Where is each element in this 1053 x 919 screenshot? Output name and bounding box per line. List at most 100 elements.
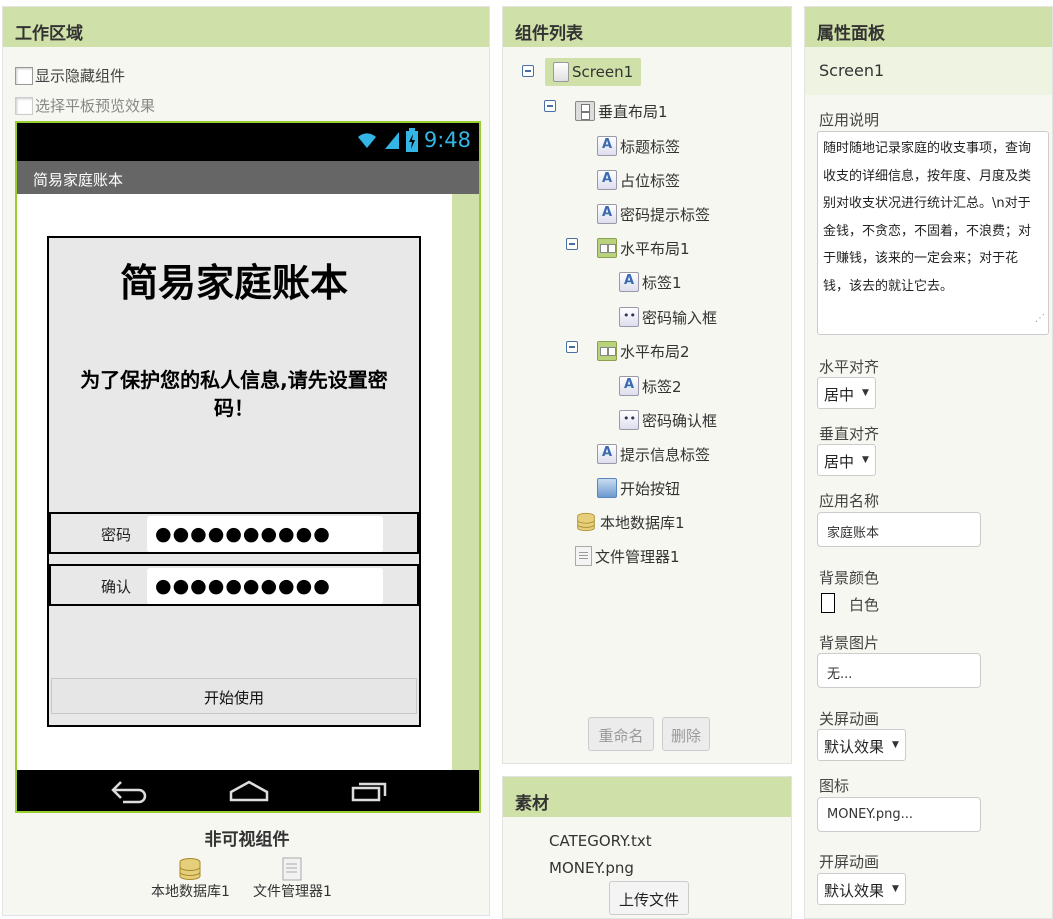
- recent-apps-icon: [351, 782, 387, 802]
- upload-file-button[interactable]: 上传文件: [609, 881, 689, 915]
- label-icon: [597, 204, 617, 224]
- collapse-toggle-hbox1[interactable]: [566, 238, 578, 250]
- password-input-preview[interactable]: ●●●●●●●●●●: [147, 516, 383, 552]
- tree-item-database[interactable]: 本地数据库1: [575, 509, 685, 535]
- nonvisible-item-file[interactable]: 文件管理器1: [253, 857, 332, 901]
- nav-bar: [17, 770, 479, 811]
- close-anim-dropdown[interactable]: 默认效果 ▼: [817, 729, 906, 761]
- file-icon: [282, 857, 302, 881]
- nonvisible-title: 非可视组件: [204, 830, 290, 850]
- components-title: 组件列表: [503, 7, 791, 47]
- tree-label-placeholder-label: 占位标签: [620, 171, 681, 190]
- components-panel: 组件列表 Screen1 垂直布局1 标题标签 占位标签 密码提示标签 水平布局…: [502, 6, 792, 764]
- close-anim-label: 关屏动画: [819, 710, 880, 728]
- open-anim-dropdown[interactable]: 默认效果 ▼: [817, 873, 906, 905]
- tree-item-title-label[interactable]: 标题标签: [597, 133, 680, 159]
- open-anim-value: 默认效果: [824, 882, 885, 900]
- tree-item-hbox2[interactable]: 水平布局2: [597, 338, 690, 364]
- show-hidden-checkbox-row[interactable]: 显示隐藏组件: [15, 65, 125, 86]
- password-hint-label-preview[interactable]: 为了保护您的私人信息,请先设置密码！: [69, 366, 399, 422]
- database-icon: [577, 512, 595, 532]
- label-icon: [597, 444, 617, 464]
- rename-button[interactable]: 重命名: [588, 717, 654, 751]
- back-icon: [111, 781, 147, 804]
- tree-label-hbox2: 水平布局2: [620, 342, 690, 361]
- horizontal-layout-2-preview[interactable]: 确认 ●●●●●●●●●●: [49, 564, 419, 606]
- workspace-panel: 工作区域 显示隐藏组件 选择平板预览效果 9:48 简易家庭账本 简易家庭账本 …: [2, 6, 490, 916]
- confirm-input-preview[interactable]: ●●●●●●●●●●: [147, 568, 383, 604]
- database-icon: [179, 858, 201, 880]
- icon-input[interactable]: MONEY.png...: [817, 797, 981, 832]
- tree-label-label1: 标签1: [642, 273, 682, 292]
- assets-title: 素材: [503, 777, 791, 817]
- horizontal-layout-icon: [597, 238, 617, 258]
- delete-button[interactable]: 删除: [662, 717, 710, 751]
- tree-item-screen1[interactable]: Screen1: [545, 58, 642, 86]
- tree-label-vbox1: 垂直布局1: [598, 102, 668, 121]
- tree-item-file-manager[interactable]: 文件管理器1: [575, 543, 680, 569]
- tree-item-placeholder-label[interactable]: 占位标签: [597, 167, 680, 193]
- icon-label: 图标: [819, 777, 850, 795]
- tree-item-start-button[interactable]: 开始按钮: [597, 475, 680, 501]
- file-icon: [575, 546, 592, 566]
- collapse-toggle-hbox2[interactable]: [566, 341, 578, 353]
- resize-handle-icon[interactable]: ⋰: [1035, 305, 1045, 333]
- asset-file-category[interactable]: CATEGORY.txt: [549, 832, 652, 850]
- valign-value: 居中: [824, 453, 855, 471]
- confirm-label-preview[interactable]: 确认: [101, 576, 131, 597]
- nonvisible-label-database: 本地数据库1: [151, 884, 230, 900]
- show-hidden-label: 显示隐藏组件: [35, 67, 126, 85]
- tree-item-hbox1[interactable]: 水平布局1: [597, 235, 690, 261]
- tree-item-password-input[interactable]: 密码输入框: [619, 304, 717, 330]
- tablet-preview-checkbox[interactable]: [15, 96, 33, 115]
- password-label-preview[interactable]: 密码: [101, 524, 131, 545]
- valign-dropdown[interactable]: 居中 ▼: [817, 444, 876, 476]
- label-icon: [597, 170, 617, 190]
- properties-panel: 属性面板 Screen1 应用说明 随时随地记录家庭的收支事项，查询收支的详细信…: [804, 6, 1053, 919]
- tree-label-info-label: 提示信息标签: [620, 445, 711, 464]
- scroll-strip: [452, 194, 479, 770]
- tree-item-confirm-input[interactable]: 密码确认框: [619, 407, 717, 433]
- tree-label-password-input: 密码输入框: [642, 308, 718, 327]
- tree-item-info-label[interactable]: 提示信息标签: [597, 441, 710, 467]
- collapse-toggle-screen1[interactable]: [522, 65, 534, 77]
- bgcolor-value[interactable]: 白色: [849, 594, 879, 615]
- collapse-toggle-vbox1[interactable]: [544, 100, 556, 112]
- password-textbox-icon: [619, 307, 639, 327]
- appname-input[interactable]: 家庭账本: [817, 512, 981, 547]
- open-anim-label: 开屏动画: [819, 853, 880, 871]
- battery-icon: [405, 128, 418, 152]
- tree-item-label2[interactable]: 标签2: [619, 373, 682, 399]
- tablet-preview-checkbox-row[interactable]: 选择平板预览效果: [15, 95, 155, 116]
- bgcolor-label: 背景颜色: [819, 569, 880, 587]
- tree-item-label1[interactable]: 标签1: [619, 269, 682, 295]
- appname-label: 应用名称: [819, 492, 880, 510]
- label-icon: [597, 136, 617, 156]
- asset-file-money[interactable]: MONEY.png: [549, 859, 634, 877]
- about-label: 应用说明: [819, 111, 880, 129]
- tree-item-password-hint-label[interactable]: 密码提示标签: [597, 201, 710, 227]
- nonvisible-item-database[interactable]: 本地数据库1: [151, 857, 230, 901]
- title-label-preview[interactable]: 简易家庭账本: [49, 252, 419, 307]
- home-icon: [229, 780, 269, 802]
- halign-label: 水平对齐: [819, 358, 880, 376]
- tree-label-title-label: 标题标签: [620, 137, 681, 156]
- bgimage-input[interactable]: 无...: [817, 653, 981, 688]
- start-button-preview[interactable]: 开始使用: [51, 678, 417, 714]
- tree-item-vbox1[interactable]: 垂直布局1: [575, 98, 668, 124]
- selected-component-name: Screen1: [805, 47, 1052, 95]
- show-hidden-checkbox[interactable]: [15, 66, 33, 85]
- password-textbox-icon: [619, 410, 639, 430]
- tablet-preview-label: 选择平板预览效果: [35, 97, 156, 115]
- horizontal-layout-1-preview[interactable]: 密码 ●●●●●●●●●●: [49, 512, 419, 554]
- tree-label-database: 本地数据库1: [600, 513, 685, 532]
- chevron-down-icon: ▼: [892, 740, 899, 750]
- vertical-layout-preview[interactable]: 简易家庭账本 为了保护您的私人信息,请先设置密码！ 密码 ●●●●●●●●●● …: [47, 236, 421, 727]
- about-textarea[interactable]: 随时随地记录家庭的收支事项，查询收支的详细信息，按年度、月度及类别对收支状况进行…: [817, 131, 1049, 335]
- wifi-icon: [357, 133, 376, 148]
- bgcolor-swatch[interactable]: [821, 593, 835, 613]
- halign-dropdown[interactable]: 居中 ▼: [817, 377, 876, 409]
- tree-label-label2: 标签2: [642, 377, 682, 396]
- app-title-bar: 简易家庭账本: [17, 161, 479, 194]
- label-icon: [619, 272, 639, 292]
